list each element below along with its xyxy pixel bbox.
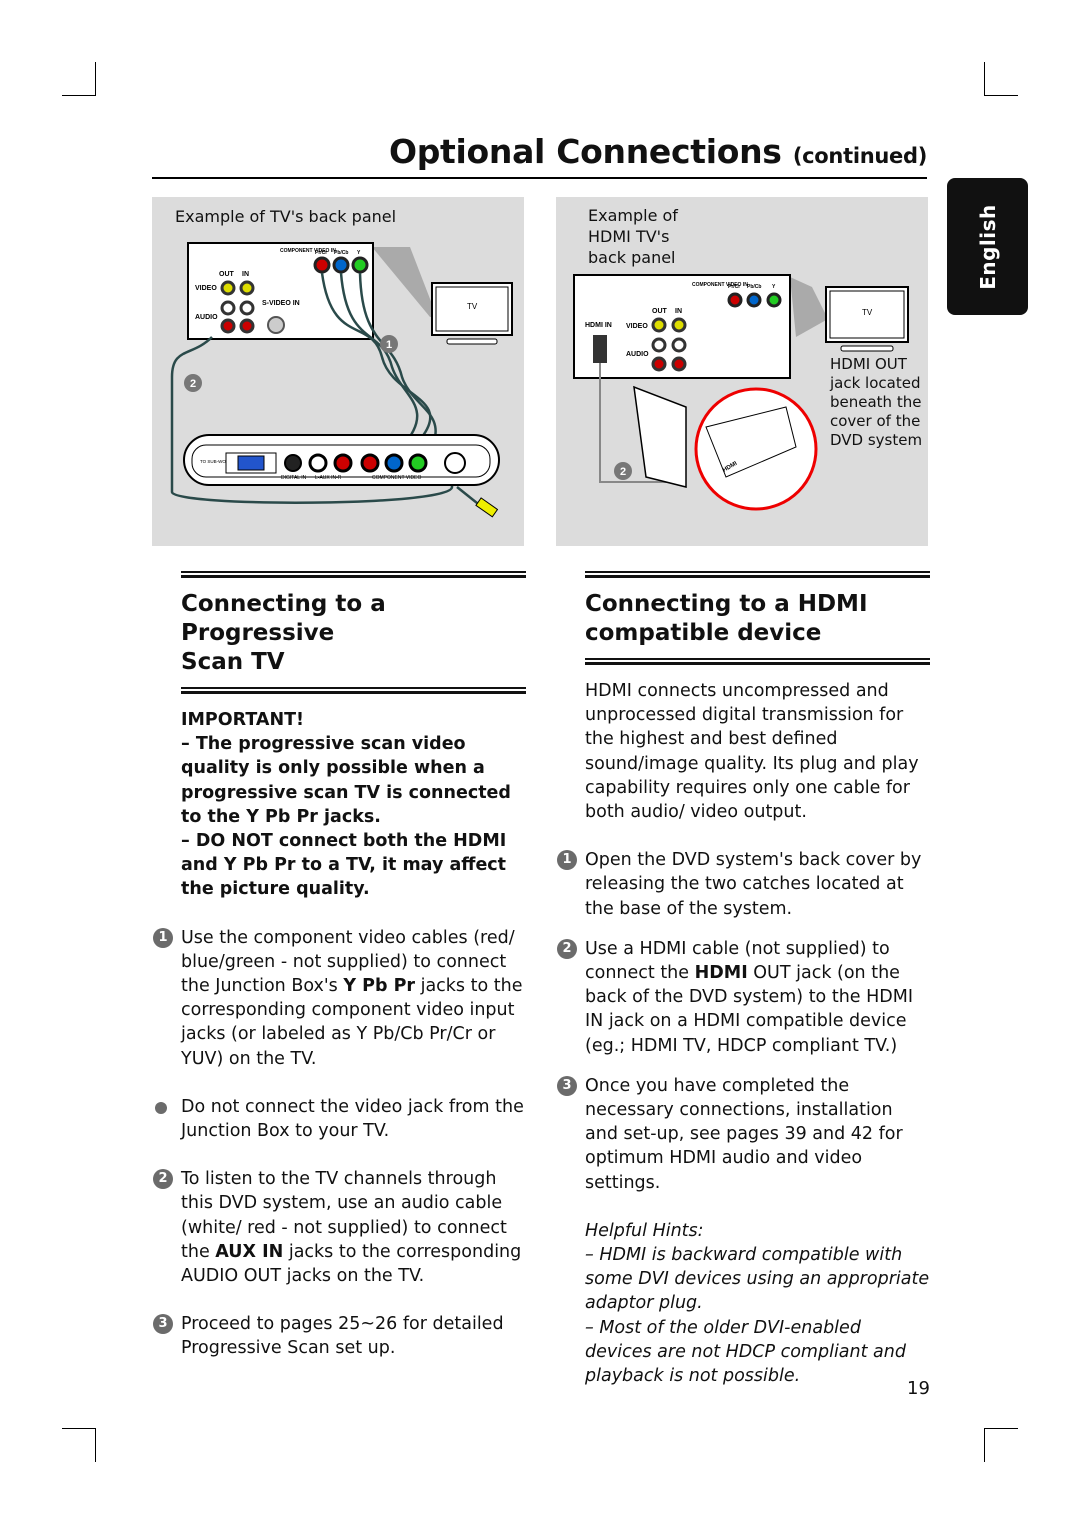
label-pr: Pr/Cr — [315, 250, 327, 256]
jack-video-out — [220, 280, 236, 296]
bullet-note: Do not connect the video jack from the J… — [155, 1095, 526, 1143]
crop-mark — [62, 95, 96, 96]
heading-line: Scan TV — [181, 649, 285, 675]
jack-y — [351, 256, 369, 274]
crop-mark — [95, 1428, 96, 1462]
step-number-badge: 2 — [153, 1169, 173, 1190]
step-number-badge: 3 — [153, 1314, 173, 1335]
note-line: beneath the — [830, 393, 922, 411]
svg-text:Pb/Cb: Pb/Cb — [747, 284, 761, 290]
svg-text:Pr/Cr: Pr/Cr — [728, 284, 740, 290]
jack-pr — [313, 256, 331, 274]
svg-text:2: 2 — [190, 378, 196, 390]
label-component-video-in: COMPONENT VIDEO IN — [280, 248, 336, 254]
label-video: VIDEO — [195, 285, 217, 292]
step-number-badge: 1 — [557, 850, 577, 871]
svg-text:VIDEO: VIDEO — [626, 323, 648, 330]
language-tab: English — [947, 178, 1028, 315]
step-number-badge: 2 — [557, 938, 577, 959]
step-text: Open the DVD system's back cover by rele… — [585, 850, 922, 919]
label-hdmi-in: HDMI IN — [585, 322, 612, 329]
label-tv: TV — [467, 302, 478, 311]
step-number-badge: 3 — [557, 1075, 577, 1096]
svg-text:2: 2 — [620, 466, 626, 478]
diagram-hdmi: Example of HDMI TV's back panel COMPONEN… — [556, 197, 928, 546]
step-3: 3 Once you have completed the necessary c… — [557, 1074, 930, 1195]
hdmi-section: Connecting to a HDMI compatible device H… — [557, 571, 930, 1388]
step-bold: Y Pb Pr — [343, 976, 416, 997]
title-divider — [152, 177, 927, 179]
label-audio: AUDIO — [195, 314, 218, 321]
step-text: Do not connect the video jack from the J… — [181, 1096, 524, 1142]
step-text: Proceed to pages 25~26 for detailed Prog… — [181, 1314, 504, 1359]
intro-paragraph: HDMI connects uncompressed and unprocess… — [585, 681, 919, 823]
jack-svideo — [267, 316, 285, 334]
page-number: 19 — [907, 1378, 930, 1399]
heading-rule — [585, 658, 930, 665]
jack-video-in — [239, 280, 255, 296]
important-label: IMPORTANT! — [181, 710, 305, 730]
language-tab-label: English — [975, 203, 1000, 290]
heading-line: Connecting to a Progressive — [181, 591, 386, 646]
crop-mark — [984, 62, 985, 96]
step-number-badge: 1 — [153, 927, 173, 948]
label-in: IN — [242, 271, 249, 278]
step-1: 1 Use the component video cables (red/ bl… — [153, 926, 526, 1071]
label-component-video: COMPONENT VIDEO — [372, 475, 421, 481]
heading-rule — [585, 571, 930, 578]
step-3: 3 Proceed to pages 25~26 for detailed Pro… — [153, 1312, 526, 1360]
dvd-system — [633, 385, 687, 488]
label-out: OUT — [219, 271, 235, 278]
step-bold: AUX IN — [215, 1241, 284, 1262]
important-note: – DO NOT connect both the HDMI and Y Pb … — [181, 831, 507, 900]
hints-title: Helpful Hints: — [585, 1220, 704, 1241]
hint-item: – HDMI is backward compatible with some … — [585, 1245, 930, 1314]
page-title: Optional Connections (continued) — [389, 132, 927, 171]
jack-pb — [332, 256, 350, 274]
hdmi-plug — [593, 335, 607, 363]
note-line: cover of the — [830, 412, 921, 430]
important-note: – The progressive scan video quality is … — [181, 734, 511, 827]
label-aux-in: L-AUX IN-R — [315, 475, 342, 481]
step-1: 1 Open the DVD system's back cover by rel… — [557, 848, 930, 921]
step-2: 2 To listen to the TV channels through th… — [153, 1167, 526, 1288]
zoom-circle — [694, 387, 818, 511]
step-2: 2 Use a HDMI cable (not supplied) to conn… — [557, 937, 930, 1058]
hdmi-out-note: HDMI OUT jack located beneath the cover … — [830, 355, 922, 450]
heading-rule — [181, 687, 526, 694]
note-line: DVD system — [830, 431, 923, 449]
svg-text:TV: TV — [862, 308, 873, 317]
bullet-icon — [155, 1101, 167, 1114]
crop-mark — [984, 1428, 985, 1462]
label-pb: Pb/Cb — [334, 250, 348, 256]
step-text: Once you have completed the necessary co… — [585, 1075, 903, 1193]
video-plug — [475, 497, 499, 518]
crop-mark — [984, 1428, 1018, 1429]
note-line: jack located — [830, 374, 921, 392]
label-digital-in: DIGITAL IN — [281, 475, 307, 481]
svg-text:1: 1 — [386, 339, 392, 351]
svg-text:IN: IN — [675, 308, 682, 315]
crop-mark — [984, 95, 1018, 96]
title-text: Optional Connections — [388, 132, 782, 171]
section-heading: Connecting to a Progressive Scan TV — [181, 590, 526, 677]
note-line: HDMI OUT — [830, 355, 907, 373]
callout-shape — [372, 247, 437, 317]
heading-rule — [181, 571, 526, 578]
heading-line: Connecting to a HDMI — [585, 591, 868, 617]
progressive-scan-section: Connecting to a Progressive Scan TV IMPO… — [153, 571, 526, 1361]
connection-illustration: COMPONENT VIDEO IN Pr/Cr Pb/Cb Y OUT IN … — [170, 242, 513, 518]
title-suffix: (continued) — [792, 144, 927, 168]
section-heading: Connecting to a HDMI compatible device — [585, 590, 930, 648]
diagram-progressive-scan: Example of TV's back panel COMPONENT VID… — [152, 197, 524, 546]
step-bold: HDMI — [694, 963, 748, 984]
svg-text:OUT: OUT — [652, 308, 668, 315]
vga-port — [237, 455, 265, 471]
heading-line: compatible device — [585, 620, 822, 646]
crop-mark — [95, 62, 96, 96]
hint-item: – Most of the older DVI-enabled devices … — [585, 1317, 906, 1387]
crop-mark — [62, 1428, 96, 1429]
label-svideo: S-VIDEO IN — [262, 300, 300, 307]
svg-text:AUDIO: AUDIO — [626, 351, 649, 358]
